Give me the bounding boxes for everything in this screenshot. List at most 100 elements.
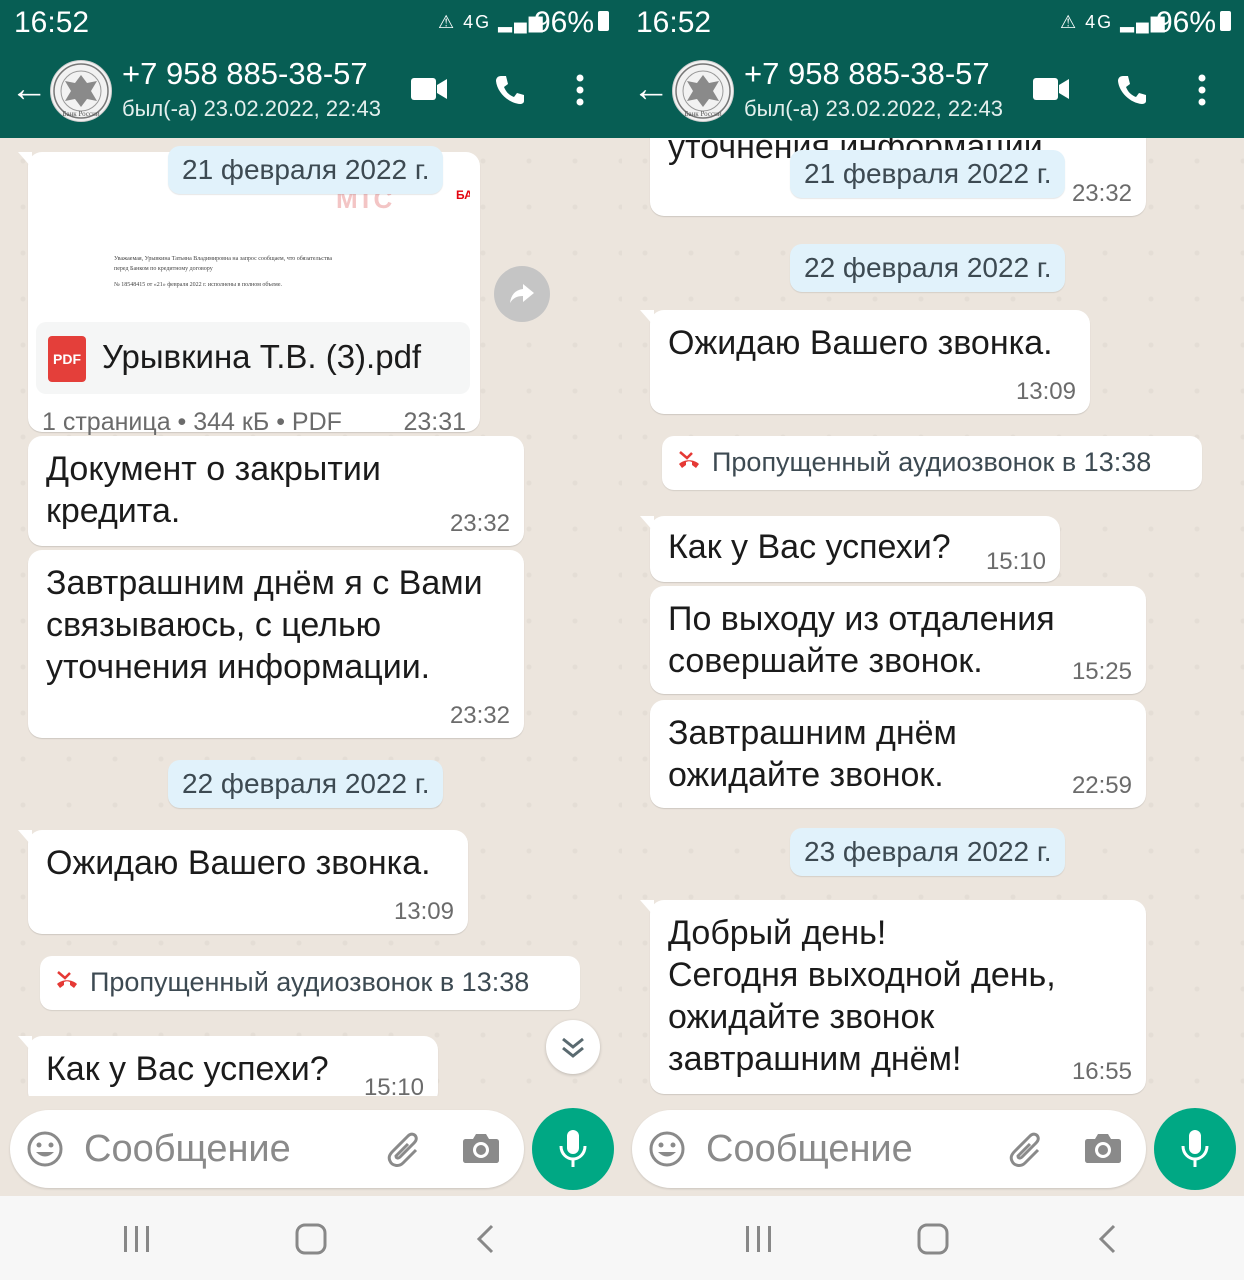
- avatar-label: Банк России: [62, 110, 99, 118]
- message-bubble[interactable]: Завтрашним днём ожидайте звонок. 22:59: [650, 700, 1146, 808]
- recents-icon[interactable]: [122, 1224, 152, 1254]
- battery-indicator: 96%: [534, 6, 610, 40]
- emoji-icon[interactable]: [26, 1130, 64, 1168]
- message-text: Как у Вас успехи?: [668, 528, 951, 566]
- mic-icon: [1181, 1130, 1209, 1167]
- home-icon[interactable]: [294, 1222, 328, 1256]
- bubble-tail: [640, 900, 654, 916]
- phone-icon[interactable]: [494, 74, 526, 106]
- chat-area[interactable]: уточнения информации. 23:32 21 февраля 2…: [622, 138, 1244, 1096]
- document-meta: 1 страница • 344 кБ • PDF: [42, 408, 342, 436]
- message-time: 13:09: [393, 898, 454, 925]
- avatar-label: Банк России: [684, 110, 721, 118]
- document-file[interactable]: PDF Урывкина Т.В. (3).pdf: [36, 322, 470, 394]
- missed-call-icon: [679, 451, 699, 468]
- message-bubble[interactable]: По выходу из отдаления совершайте звонок…: [650, 586, 1146, 694]
- contact-name[interactable]: +7 958 885-38-57: [744, 56, 990, 92]
- message-input-bar[interactable]: Сообщение: [632, 1110, 1146, 1188]
- message-input[interactable]: Сообщение: [84, 1128, 291, 1171]
- network-type: 4G: [463, 12, 492, 32]
- attach-icon[interactable]: [386, 1130, 426, 1168]
- message-text: Как у Вас успехи?: [46, 1050, 329, 1088]
- home-icon[interactable]: [916, 1222, 950, 1256]
- message-time: 15:10: [985, 548, 1046, 575]
- message-bubble[interactable]: Завтрашним днём я с Вами связываюсь, с ц…: [28, 550, 524, 738]
- more-options-icon[interactable]: [1196, 74, 1208, 106]
- date-chip: 21 февраля 2022 г.: [168, 146, 444, 194]
- attach-icon[interactable]: [1008, 1130, 1048, 1168]
- document-preview-text-3: № 18548415 от «21» февраля 2022 г. испол…: [114, 282, 283, 288]
- video-call-icon[interactable]: [410, 76, 448, 102]
- camera-icon[interactable]: [462, 1132, 500, 1164]
- phone-icon[interactable]: [1116, 74, 1148, 106]
- avatar[interactable]: Банк России: [50, 60, 112, 122]
- document-logo-suffix: БАНК: [456, 188, 470, 202]
- message-bubble[interactable]: Как у Вас успехи? 15:10: [640, 516, 1060, 582]
- battery-indicator: 96%: [1156, 6, 1232, 40]
- message-bubble[interactable]: Добрый день! Сегодня выходной день, ожид…: [640, 900, 1146, 1094]
- mic-button[interactable]: [1154, 1108, 1236, 1190]
- left-screenshot: 16:52 ⚠ 4G ▂▄▆ 96% ← Банк России +7 958 …: [0, 0, 622, 1280]
- back-arrow-icon[interactable]: ←: [10, 70, 48, 108]
- message-text: Завтрашним днём ожидайте звонок.: [668, 714, 957, 794]
- message-time: 23:31: [403, 408, 466, 436]
- back-nav-icon[interactable]: [474, 1222, 498, 1256]
- missed-call-notice[interactable]: Пропущенный аудиозвонок в 13:38: [40, 956, 580, 1010]
- status-time: 16:52: [14, 6, 90, 39]
- system-nav-bar: [0, 1196, 622, 1280]
- message-bubble[interactable]: Ожидаю Вашего звонка. 13:09: [18, 830, 468, 934]
- document-preview-text-2: перед Банком по кредитному договору: [114, 266, 213, 272]
- message-input[interactable]: Сообщение: [706, 1128, 913, 1171]
- scroll-down-button[interactable]: [546, 1020, 600, 1074]
- last-seen: был(-а) 23.02.2022, 22:43: [122, 96, 381, 121]
- back-arrow-icon[interactable]: ←: [632, 70, 670, 108]
- status-time: 16:52: [636, 6, 712, 39]
- bubble-tail: [18, 1036, 32, 1052]
- message-text: Ожидаю Вашего звонка.: [668, 324, 1053, 362]
- contact-name[interactable]: +7 958 885-38-57: [122, 56, 368, 92]
- more-options-icon[interactable]: [574, 74, 586, 106]
- bubble-tail: [640, 516, 654, 532]
- forward-button[interactable]: [494, 266, 550, 322]
- recents-icon[interactable]: [744, 1224, 774, 1254]
- document-message[interactable]: МТС БАНК Уважаемая, Урывкина Татьяна Вла…: [18, 152, 480, 436]
- bank-emblem-icon: Банк России: [53, 63, 109, 119]
- pdf-icon: PDF: [48, 336, 86, 382]
- system-nav-bar: [622, 1196, 1244, 1280]
- video-call-icon[interactable]: [1032, 76, 1070, 102]
- message-time: 15:10: [363, 1074, 424, 1096]
- message-time: 23:32: [1071, 180, 1132, 207]
- missed-call-text: Пропущенный аудиозвонок в 13:38: [90, 967, 530, 997]
- date-chip: 22 февраля 2022 г.: [790, 244, 1066, 292]
- message-time: 22:59: [1071, 772, 1132, 799]
- message-time: 15:25: [1071, 658, 1132, 685]
- battery-percent: 96%: [1156, 6, 1217, 39]
- camera-icon[interactable]: [1084, 1132, 1122, 1164]
- message-bubble[interactable]: Документ о закрытии кредита. 23:32: [28, 436, 524, 546]
- right-screenshot: 16:52 ⚠ 4G ▂▄▆ 96% ← Банк России +7 958 …: [622, 0, 1244, 1280]
- mic-button[interactable]: [532, 1108, 614, 1190]
- bubble-tail: [18, 830, 32, 846]
- bubble-tail: [18, 152, 32, 168]
- back-nav-icon[interactable]: [1096, 1222, 1120, 1256]
- message-input-bar[interactable]: Сообщение: [10, 1110, 524, 1188]
- avatar[interactable]: Банк России: [672, 60, 734, 122]
- chat-header[interactable]: ← Банк России +7 958 885-38-57 был(-а) 2…: [0, 48, 622, 138]
- message-text: Завтрашним днём я с Вами связываюсь, с ц…: [46, 564, 483, 686]
- missed-call-text: Пропущенный аудиозвонок в 13:38: [712, 447, 1152, 477]
- message-bubble[interactable]: Ожидаю Вашего звонка. 13:09: [640, 310, 1090, 414]
- date-chip: 21 февраля 2022 г.: [790, 150, 1066, 198]
- message-bubble[interactable]: Как у Вас успехи? 15:10: [18, 1036, 438, 1096]
- chat-area[interactable]: МТС БАНК Уважаемая, Урывкина Татьяна Вла…: [0, 138, 622, 1096]
- battery-percent: 96%: [534, 6, 595, 39]
- chat-header[interactable]: ← Банк России +7 958 885-38-57 был(-а) 2…: [622, 48, 1244, 138]
- message-time: 13:09: [1015, 378, 1076, 405]
- message-text: Добрый день! Сегодня выходной день, ожид…: [668, 914, 1056, 1078]
- missed-call-notice[interactable]: Пропущенный аудиозвонок в 13:38: [662, 436, 1202, 490]
- battery-icon: [598, 11, 610, 31]
- status-bar: 16:52 ⚠ 4G ▂▄▆ 96%: [0, 0, 622, 48]
- emoji-icon[interactable]: [648, 1130, 686, 1168]
- date-chip: 23 февраля 2022 г.: [790, 828, 1066, 876]
- date-chip: 22 февраля 2022 г.: [168, 760, 444, 808]
- document-filename[interactable]: Урывкина Т.В. (3).pdf: [102, 338, 421, 376]
